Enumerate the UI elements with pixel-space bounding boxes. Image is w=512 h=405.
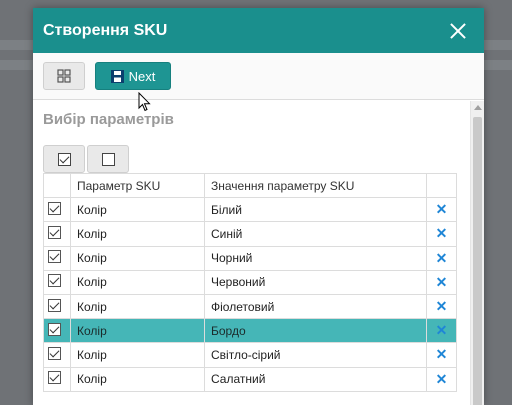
table-row[interactable]: Колір Червоний ✕: [43, 269, 457, 295]
create-sku-dialog: Створення SKU Next Вибір параметрів Пара…: [33, 8, 484, 405]
header-checkbox-column: [43, 172, 71, 199]
row-checkbox-cell: [43, 366, 71, 392]
delete-icon[interactable]: ✕: [436, 225, 448, 241]
row-parameter: Колір: [70, 269, 205, 295]
row-checkbox-cell: [43, 269, 71, 295]
delete-icon[interactable]: ✕: [436, 298, 448, 314]
parameters-panel: Вибір параметрів Параметр SKU Значення п…: [33, 101, 470, 405]
next-button-label: Next: [128, 68, 156, 84]
dialog-title: Створення SKU: [43, 21, 168, 39]
vertical-scrollbar[interactable]: [470, 101, 484, 405]
row-checkbox[interactable]: [48, 371, 61, 385]
row-parameter: Колір: [70, 342, 205, 368]
row-checkbox[interactable]: [48, 322, 61, 336]
dialog-titlebar: Створення SKU: [33, 8, 484, 53]
row-delete-cell: ✕: [426, 269, 457, 295]
close-icon[interactable]: [448, 21, 468, 41]
row-checkbox-cell: [43, 245, 71, 271]
row-value: Чорний: [204, 245, 427, 271]
row-checkbox-cell: [43, 318, 71, 344]
header-parameter: Параметр SKU: [70, 172, 205, 199]
row-checkbox[interactable]: [48, 298, 61, 312]
row-value: Світло-сірий: [204, 342, 427, 368]
row-parameter: Колір: [70, 221, 205, 247]
table-row[interactable]: Колір Фіолетовий ✕: [43, 293, 457, 320]
delete-icon[interactable]: ✕: [436, 201, 448, 217]
row-delete-cell: ✕: [426, 197, 457, 223]
row-parameter: Колір: [70, 366, 205, 392]
mouse-cursor-icon: [138, 92, 151, 112]
delete-icon[interactable]: ✕: [436, 250, 448, 266]
row-delete-cell: ✕: [426, 318, 457, 344]
empty-box-icon: [101, 152, 115, 166]
delete-icon[interactable]: ✕: [436, 346, 448, 362]
grid-view-button[interactable]: [43, 62, 85, 90]
toolbar: Next: [33, 53, 484, 100]
next-button[interactable]: Next: [95, 62, 171, 90]
grid-icon: [57, 69, 71, 83]
checked-box-icon: [57, 152, 71, 166]
section-title: Вибір параметрів: [43, 111, 174, 128]
table-row[interactable]: Колір Салатний ✕: [43, 366, 457, 392]
header-delete-column: [426, 172, 457, 199]
delete-icon[interactable]: ✕: [436, 322, 448, 338]
scrollbar-thumb[interactable]: [473, 117, 482, 405]
row-delete-cell: ✕: [426, 245, 457, 271]
row-parameter: Колір: [70, 245, 205, 271]
row-checkbox[interactable]: [48, 225, 61, 239]
row-checkbox[interactable]: [48, 274, 61, 288]
row-checkbox-cell: [43, 197, 71, 223]
row-checkbox-cell: [43, 293, 71, 320]
table-row[interactable]: Колір Синій ✕: [43, 221, 457, 247]
table-header-row: Параметр SKU Значення параметру SKU: [43, 172, 457, 199]
table-row[interactable]: Колір Чорний ✕: [43, 245, 457, 271]
header-value: Значення параметру SKU: [204, 172, 427, 199]
row-value: Білий: [204, 197, 427, 223]
table-row[interactable]: Колір Бордо ✕: [43, 318, 457, 344]
delete-icon[interactable]: ✕: [436, 371, 448, 387]
sku-parameters-table: Параметр SKU Значення параметру SKU Колі…: [43, 172, 457, 392]
row-parameter: Колір: [70, 197, 205, 223]
row-checkbox[interactable]: [48, 201, 61, 215]
row-value: Бордо: [204, 318, 427, 344]
row-value: Фіолетовий: [204, 293, 427, 320]
deselect-all-button[interactable]: [87, 145, 129, 173]
delete-icon[interactable]: ✕: [436, 274, 448, 290]
select-buttons: [43, 145, 460, 173]
row-delete-cell: ✕: [426, 221, 457, 247]
row-value: Червоний: [204, 269, 427, 295]
row-value: Салатний: [204, 366, 427, 392]
row-delete-cell: ✕: [426, 342, 457, 368]
row-parameter: Колір: [70, 318, 205, 344]
row-value: Синій: [204, 221, 427, 247]
row-delete-cell: ✕: [426, 293, 457, 320]
table-row[interactable]: Колір Білий ✕: [43, 197, 457, 223]
save-icon: [110, 69, 124, 83]
row-parameter: Колір: [70, 293, 205, 320]
row-checkbox-cell: [43, 221, 71, 247]
select-all-button[interactable]: [43, 145, 85, 173]
row-checkbox[interactable]: [48, 250, 61, 264]
table-row[interactable]: Колір Світло-сірий ✕: [43, 342, 457, 368]
row-checkbox-cell: [43, 342, 71, 368]
row-checkbox[interactable]: [48, 346, 61, 360]
scroll-up-icon[interactable]: [474, 105, 482, 110]
row-delete-cell: ✕: [426, 366, 457, 392]
